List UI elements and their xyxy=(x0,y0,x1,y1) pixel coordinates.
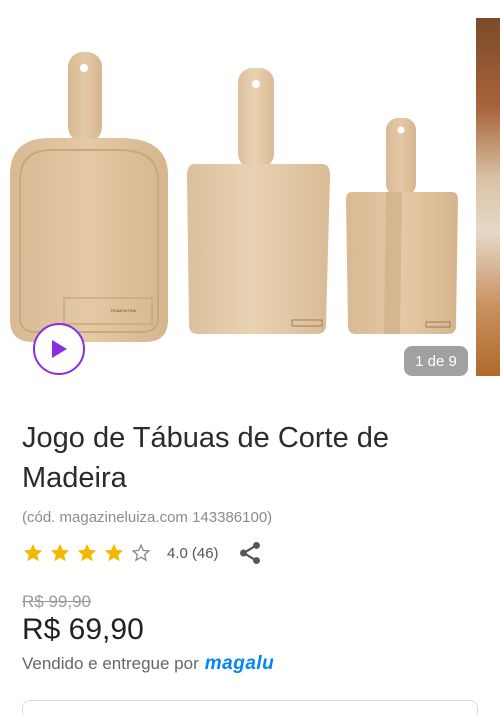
product-code: (cód. magazineluiza.com 143386100) xyxy=(22,509,273,526)
play-icon xyxy=(52,340,67,358)
star-filled-icon xyxy=(77,543,97,562)
magalu-logo[interactable]: magalu xyxy=(205,653,275,675)
star-filled-icon xyxy=(104,543,124,562)
next-section-card xyxy=(22,700,478,715)
rating-score: 4.0 xyxy=(167,544,188,562)
current-price: R$ 69,90 xyxy=(22,613,144,646)
star-empty-icon xyxy=(131,543,151,562)
product-rating[interactable]: 4.0 (46) xyxy=(22,538,263,568)
seller-prefix: Vendido e entregue por xyxy=(22,654,199,673)
cutting-boards-image: TRAMONTINA xyxy=(10,52,458,342)
svg-text:TRAMONTINA: TRAMONTINA xyxy=(110,308,137,313)
original-price: R$ 99,90 xyxy=(22,592,91,611)
rating-count[interactable]: (46) xyxy=(192,545,219,562)
next-image-preview[interactable] xyxy=(476,18,500,376)
play-video-button[interactable] xyxy=(33,323,85,375)
product-gallery[interactable]: TRAMONTINA 1 de 9 xyxy=(0,0,500,378)
star-filled-icon xyxy=(50,543,70,562)
seller-info: Vendido e entregue por magalu xyxy=(22,653,274,675)
star-filled-icon xyxy=(23,543,43,562)
image-counter: 1 de 9 xyxy=(404,346,468,376)
product-title: Jogo de Tábuas de Corte de Madeira xyxy=(22,422,390,494)
share-icon[interactable] xyxy=(237,540,263,566)
